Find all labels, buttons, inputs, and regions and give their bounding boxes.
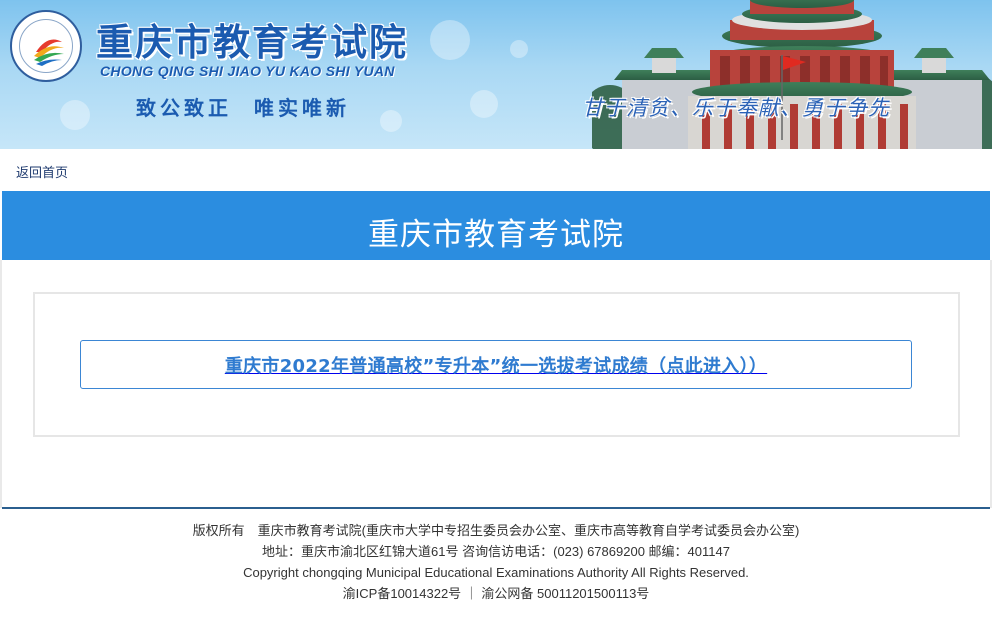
page-title: 重庆市教育考试院 (368, 217, 624, 253)
footer-divider (2, 507, 990, 509)
decorative-bokeh (470, 90, 498, 118)
home-link[interactable]: 返回首页 (16, 162, 68, 181)
side-rule-left (0, 260, 2, 508)
motto-left-part-2: 唯实唯新 (254, 96, 350, 120)
footer-icp: 渝ICP备10014322号 ｜ 渝公网备 50011201500113号 (342, 586, 650, 601)
logo (10, 10, 82, 82)
motto-right: 甘于清贫、乐于奉献、勇于争先 (582, 96, 890, 120)
site-title-english: CHONG QING SHI JIAO YU KAO SHI YUAN (100, 63, 395, 79)
score-query-link-button[interactable]: 重庆市2022年普通高校”专升本”统一选拔考试成绩（点此进入）） (80, 340, 912, 389)
footer: 版权所有 重庆市教育考试院(重庆市大学中专招生委员会办公室、重庆市高等教育自学考… (0, 520, 992, 604)
decorative-bokeh (380, 110, 402, 132)
motto-left-part-1: 致公致正 (136, 96, 232, 120)
site-banner: 重庆市教育考试院 CHONG QING SHI JIAO YU KAO SHI … (0, 0, 992, 149)
title-band: 重庆市教育考试院 (2, 191, 990, 260)
decorative-bokeh (510, 40, 528, 58)
logo-emblem-icon (34, 39, 64, 66)
decorative-bokeh (60, 100, 90, 130)
site-title: 重庆市教育考试院 (96, 20, 408, 64)
footer-copyright-owner: 版权所有 重庆市教育考试院(重庆市大学中专招生委员会办公室、重庆市高等教育自学考… (192, 523, 800, 538)
great-hall-illustration (592, 0, 992, 149)
decorative-bokeh (430, 20, 470, 60)
breadcrumb: 返回首页 (0, 149, 992, 191)
score-query-link-label: 重庆市2022年普通高校”专升本”统一选拔考试成绩（点此进入）） (224, 355, 768, 377)
motto-left: 致公致正 唯实唯新 (136, 92, 350, 121)
footer-address: 地址：重庆市渝北区红锦大道61号 咨询信访电话：(023) 67869200 邮… (262, 544, 730, 559)
footer-copyright-en: Copyright chongqing Municipal Educationa… (243, 565, 749, 580)
